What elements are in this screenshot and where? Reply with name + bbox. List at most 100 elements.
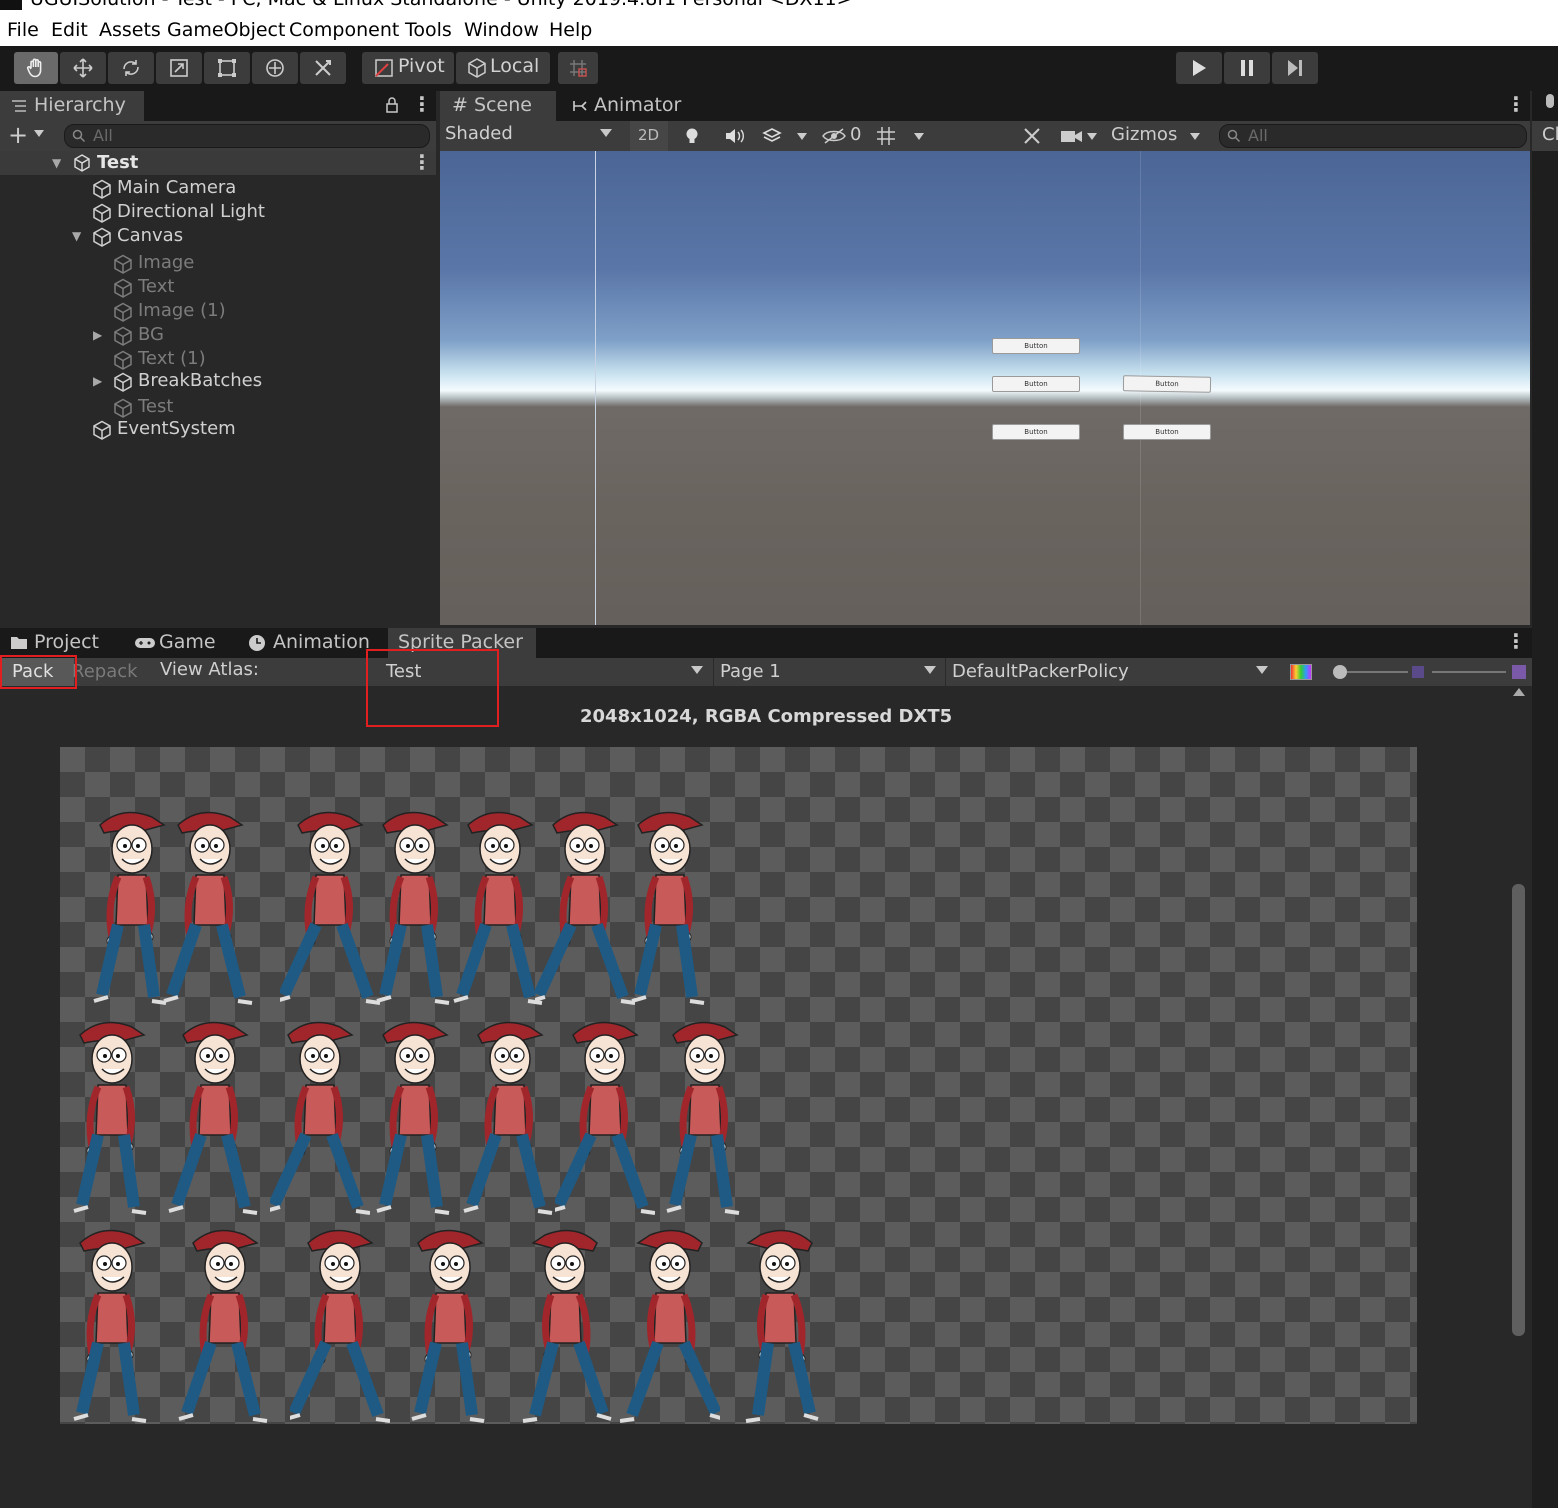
- lock-icon[interactable]: [385, 97, 399, 113]
- scene-panel: # Scene Animator ⋮ Shaded 2D 0 Gizmos Al…: [440, 91, 1530, 625]
- scene-ui-button[interactable]: Button: [992, 376, 1080, 392]
- info-icon: [1546, 94, 1554, 108]
- hierarchy-item[interactable]: Text: [0, 275, 436, 299]
- camera-icon[interactable]: [1060, 128, 1084, 144]
- transform-tool-button[interactable]: [252, 52, 298, 84]
- menu-assets[interactable]: Assets: [99, 19, 161, 41]
- hierarchy-item-label: Main Camera: [117, 177, 237, 198]
- effects-icon[interactable]: [762, 127, 782, 145]
- unity-scene-icon: [74, 154, 90, 172]
- gameobject-cube-icon: [93, 203, 111, 223]
- menu-window[interactable]: Window: [464, 19, 539, 41]
- scene-menu-icon[interactable]: ⋮: [412, 150, 432, 174]
- rect-tool-button[interactable]: [204, 52, 250, 84]
- window-title: UGUISolution - Test - PC, Mac & Linux St…: [30, 0, 853, 10]
- mode-2d-toggle[interactable]: 2D: [630, 121, 668, 151]
- hierarchy-search-input[interactable]: All: [64, 124, 430, 148]
- scene-viewport[interactable]: Button Button Button Button Button: [440, 151, 1530, 625]
- audio-icon[interactable]: [724, 128, 746, 144]
- packer-policy-dropdown[interactable]: DefaultPackerPolicy: [945, 658, 1276, 686]
- scene-ui-button[interactable]: Button: [1123, 424, 1211, 440]
- hierarchy-item[interactable]: Directional Light: [0, 200, 436, 224]
- inspector-tab-edge[interactable]: [1532, 91, 1558, 121]
- scene-menu-icon[interactable]: ⋮: [1506, 92, 1526, 116]
- hierarchy-item[interactable]: Image (1): [0, 299, 436, 323]
- scale-tool-button[interactable]: [156, 52, 202, 84]
- menu-component[interactable]: Component: [289, 19, 399, 41]
- hierarchy-item[interactable]: Test: [0, 395, 436, 419]
- step-icon: [1288, 60, 1302, 76]
- gameobject-cube-icon: [114, 350, 132, 370]
- expand-arrow-icon[interactable]: ▼: [72, 229, 81, 243]
- hierarchy-item[interactable]: ▶ BreakBatches: [0, 369, 436, 393]
- scale-icon: [170, 59, 188, 77]
- camera-dropdown-icon[interactable]: [1087, 133, 1097, 140]
- shading-mode-dropdown[interactable]: Shaded: [440, 121, 620, 149]
- create-plus-icon[interactable]: +: [8, 121, 28, 149]
- grid-snap-button[interactable]: [558, 52, 598, 84]
- scene-expand-arrow-icon[interactable]: ▼: [52, 156, 61, 170]
- atlas-vertical-scrollbar[interactable]: [1508, 686, 1530, 1506]
- bottom-panel-menu-icon[interactable]: ⋮: [1506, 629, 1526, 653]
- scene-ui-button[interactable]: Button: [992, 338, 1080, 354]
- hand-tool-button[interactable]: [14, 52, 58, 84]
- repack-label: Repack: [72, 661, 138, 682]
- menu-gameobject[interactable]: GameObject: [167, 19, 285, 41]
- grid-dropdown-icon[interactable]: [914, 133, 924, 140]
- hierarchy-item[interactable]: EventSystem: [0, 417, 436, 441]
- menu-file[interactable]: File: [7, 19, 39, 41]
- step-button[interactable]: [1272, 52, 1318, 84]
- animation-tab-label: Animation: [273, 631, 370, 653]
- packer-policy-value: DefaultPackerPolicy: [952, 661, 1129, 682]
- page-dropdown[interactable]: Page 1: [713, 658, 944, 686]
- hierarchy-item[interactable]: Image: [0, 251, 436, 275]
- scroll-up-arrow-icon[interactable]: [1513, 688, 1525, 696]
- rotate-tool-button[interactable]: [108, 52, 154, 84]
- custom-tool-button[interactable]: [300, 52, 346, 84]
- scene-ui-button[interactable]: Button: [992, 424, 1080, 440]
- grid-toggle-icon[interactable]: [876, 126, 898, 146]
- menu-tools[interactable]: Tools: [405, 19, 452, 41]
- hierarchy-item[interactable]: ▼ Canvas: [0, 224, 436, 248]
- zoom-slider-thumb[interactable]: [1333, 665, 1347, 679]
- effects-dropdown-icon[interactable]: [797, 133, 807, 140]
- mip-small-icon: [1412, 666, 1424, 678]
- repack-button[interactable]: Repack: [72, 658, 148, 686]
- scene-search-input[interactable]: All: [1219, 124, 1527, 148]
- mip-slider-track[interactable]: [1432, 671, 1506, 673]
- create-dropdown-arrow-icon[interactable]: [34, 130, 44, 137]
- tab-animator[interactable]: Animator: [564, 91, 684, 121]
- tab-scene[interactable]: # Scene: [440, 91, 556, 121]
- hierarchy-menu-icon[interactable]: ⋮: [412, 92, 432, 116]
- scene-tools-icon[interactable]: [1022, 126, 1042, 146]
- hierarchy-item[interactable]: Text (1): [0, 347, 436, 371]
- menu-help[interactable]: Help: [549, 19, 592, 41]
- scene-ui-button[interactable]: Button: [1122, 375, 1212, 393]
- color-channel-toggle-icon[interactable]: [1290, 664, 1312, 680]
- move-tool-button[interactable]: [60, 52, 106, 84]
- menu-edit[interactable]: Edit: [51, 19, 88, 41]
- pivot-toggle[interactable]: Pivot: [362, 52, 454, 84]
- tab-animation[interactable]: Animation: [240, 628, 380, 658]
- collapse-arrow-icon[interactable]: ▶: [93, 374, 102, 388]
- tab-game[interactable]: Game: [126, 628, 232, 658]
- local-toggle[interactable]: Local: [456, 52, 550, 84]
- hierarchy-item[interactable]: Main Camera: [0, 176, 436, 200]
- collapse-arrow-icon[interactable]: ▶: [93, 328, 102, 342]
- canvas-gizmo-line: [595, 151, 596, 625]
- walking-character-sprite: [376, 1021, 450, 1215]
- hierarchy-list-icon: [12, 100, 26, 112]
- hierarchy-scene-row[interactable]: ▼ Test ⋮: [0, 150, 436, 175]
- hidden-objects-eye-icon[interactable]: [822, 128, 848, 144]
- scrollbar-thumb[interactable]: [1512, 884, 1525, 1336]
- gizmos-dropdown[interactable]: Gizmos: [1104, 121, 1208, 151]
- tab-project[interactable]: Project: [0, 628, 118, 658]
- tab-hierarchy[interactable]: Hierarchy: [0, 91, 144, 121]
- hierarchy-item[interactable]: ▶ BG: [0, 323, 436, 347]
- play-button[interactable]: [1176, 52, 1222, 84]
- pause-button[interactable]: [1224, 52, 1270, 84]
- walking-character-sprite: [666, 1021, 740, 1215]
- pause-icon: [1241, 60, 1253, 76]
- lighting-bulb-icon[interactable]: [684, 127, 700, 145]
- walking-character-sprite: [555, 1021, 655, 1215]
